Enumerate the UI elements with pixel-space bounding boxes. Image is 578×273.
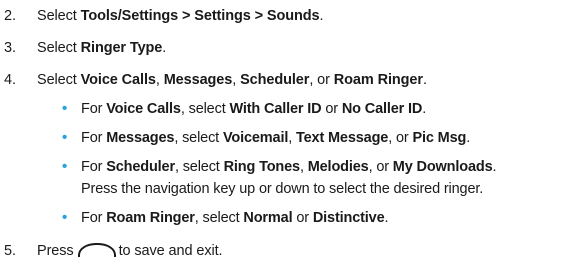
bullet-text: For Messages, select Voicemail, Text Mes… bbox=[81, 130, 471, 146]
bullet-text: For Roam Ringer, select Normal or Distin… bbox=[81, 210, 389, 226]
step-text: Select Tools/Settings > Settings > Sound… bbox=[37, 8, 324, 24]
bullet-icon: • bbox=[62, 100, 68, 117]
menu-path: Tools/Settings > Settings > Sounds bbox=[80, 8, 320, 24]
step-text: Select Voice Calls, Messages, Scheduler,… bbox=[37, 72, 427, 88]
step-text: Press to save and exit. bbox=[37, 243, 223, 259]
menu-item: Ringer Type bbox=[80, 40, 163, 56]
step-number: 5. bbox=[4, 243, 16, 259]
bullet-icon: • bbox=[62, 158, 68, 175]
bullet-icon: • bbox=[62, 209, 68, 226]
bullet-text: For Scheduler, select Ring Tones, Melodi… bbox=[81, 159, 497, 175]
step-number: 2. bbox=[4, 8, 16, 24]
step-text: Select Ringer Type. bbox=[37, 40, 167, 56]
ok-key-icon bbox=[77, 243, 116, 258]
step-number: 3. bbox=[4, 40, 16, 56]
step-number: 4. bbox=[4, 72, 16, 88]
bullet-text-continuation: Press the navigation key up or down to s… bbox=[81, 181, 484, 197]
bullet-text: For Voice Calls, select With Caller ID o… bbox=[81, 101, 427, 117]
bullet-icon: • bbox=[62, 129, 68, 146]
